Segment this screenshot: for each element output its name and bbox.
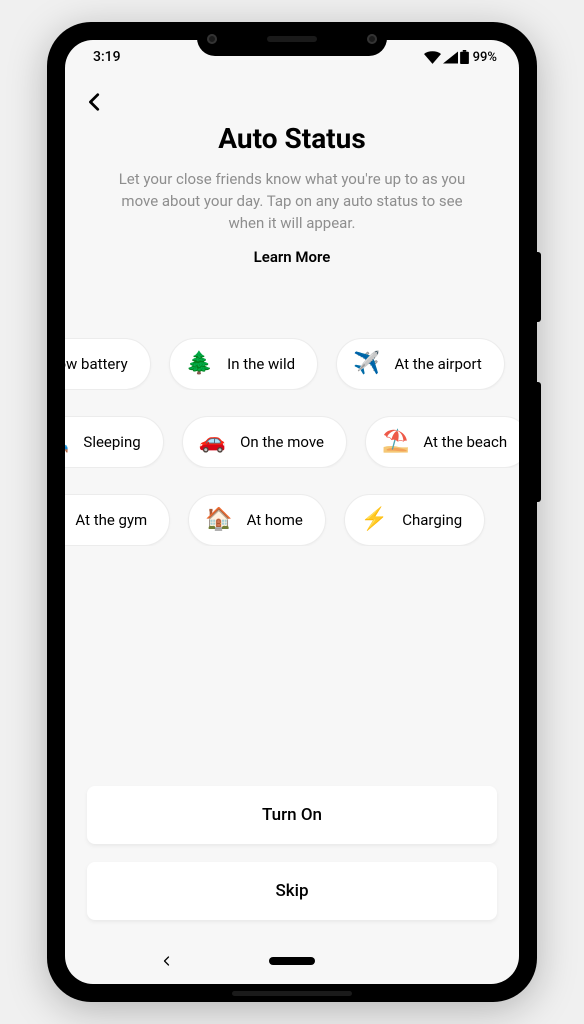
chip-label: In the wild	[227, 355, 295, 373]
beach-icon: ⛱️	[382, 431, 409, 453]
status-chip-at-the-gym[interactable]: 🟡 At the gym	[65, 494, 170, 546]
chip-label: On the move	[240, 433, 324, 451]
status-icons: 99%	[424, 50, 497, 65]
phone-notch	[197, 22, 387, 56]
chip-label: Low battery	[65, 355, 128, 373]
nav-back-button[interactable]	[157, 951, 177, 971]
turn-on-button[interactable]: Turn On	[87, 786, 497, 844]
status-chip-on-the-move[interactable]: 🚗 On the move	[182, 416, 347, 468]
chevron-left-icon	[161, 955, 173, 967]
chips-row: 🔋 Low battery 🌲 In the wild ✈️ At the ai…	[65, 338, 519, 390]
screen: 3:19 99% Auto Status Let your close frie…	[65, 40, 519, 984]
airplane-icon: ✈️	[353, 353, 380, 375]
house-icon: 🏠	[205, 509, 232, 531]
phone-frame: 3:19 99% Auto Status Let your close frie…	[47, 22, 537, 1002]
chip-label: Charging	[402, 511, 462, 529]
status-chip-at-home[interactable]: 🏠 At home	[188, 494, 326, 546]
bed-icon: 🛏️	[65, 431, 69, 453]
battery-icon	[460, 50, 469, 64]
skip-button[interactable]: Skip	[87, 862, 497, 920]
chip-label: At the airport	[394, 355, 481, 373]
action-buttons: Turn On Skip	[65, 786, 519, 938]
status-chip-airport[interactable]: ✈️ At the airport	[336, 338, 505, 390]
header: Auto Status Let your close friends know …	[65, 74, 519, 270]
lightning-icon: ⚡	[361, 509, 388, 531]
battery-percentage: 99%	[473, 50, 497, 65]
status-chip-sleeping[interactable]: 🛏️ Sleeping	[65, 416, 164, 468]
status-chip-low-battery[interactable]: 🔋 Low battery	[65, 338, 151, 390]
wifi-icon	[424, 51, 441, 64]
car-icon: 🚗	[199, 431, 226, 453]
chips-row: 🛏️ Sleeping 🚗 On the move ⛱️ At the beac…	[65, 416, 519, 468]
tree-icon: 🌲	[186, 353, 213, 375]
chip-label: At home	[247, 511, 303, 529]
signal-icon	[443, 51, 458, 64]
back-button[interactable]	[79, 86, 111, 118]
status-chip-charging[interactable]: ⚡ Charging	[344, 494, 485, 546]
status-time: 3:19	[87, 49, 121, 65]
chip-label: At the gym	[75, 511, 147, 529]
learn-more-link[interactable]: Learn More	[79, 248, 505, 266]
status-chip-in-the-wild[interactable]: 🌲 In the wild	[169, 338, 318, 390]
chevron-left-icon	[84, 91, 106, 113]
chip-label: At the beach	[423, 433, 507, 451]
chips-row: 🟡 At the gym 🏠 At home ⚡ Charging	[65, 494, 519, 546]
status-chips: 🔋 Low battery 🌲 In the wild ✈️ At the ai…	[65, 338, 519, 546]
android-nav-bar	[65, 938, 519, 984]
nav-home-pill[interactable]	[269, 957, 315, 965]
page-title: Auto Status	[79, 122, 505, 155]
page-subtitle: Let your close friends know what you're …	[107, 169, 477, 234]
status-chip-at-the-beach[interactable]: ⛱️ At the beach	[365, 416, 519, 468]
chip-label: Sleeping	[83, 433, 140, 451]
